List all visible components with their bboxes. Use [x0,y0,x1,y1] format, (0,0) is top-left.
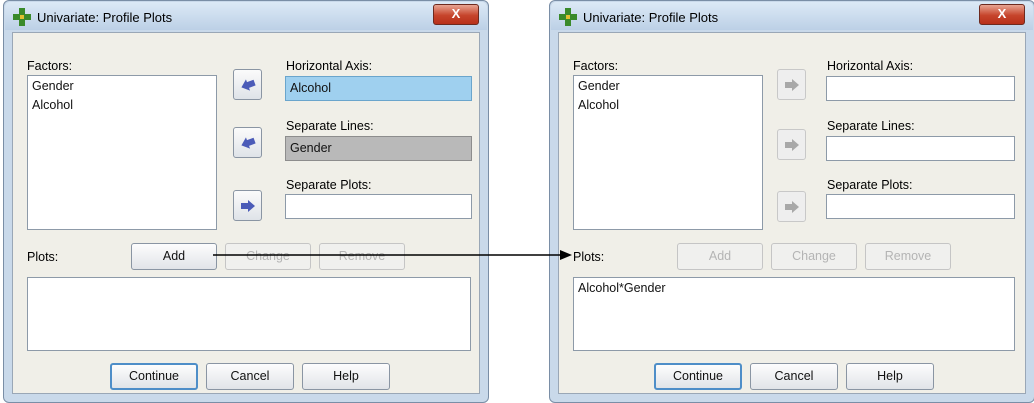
connector-arrow [213,250,572,260]
